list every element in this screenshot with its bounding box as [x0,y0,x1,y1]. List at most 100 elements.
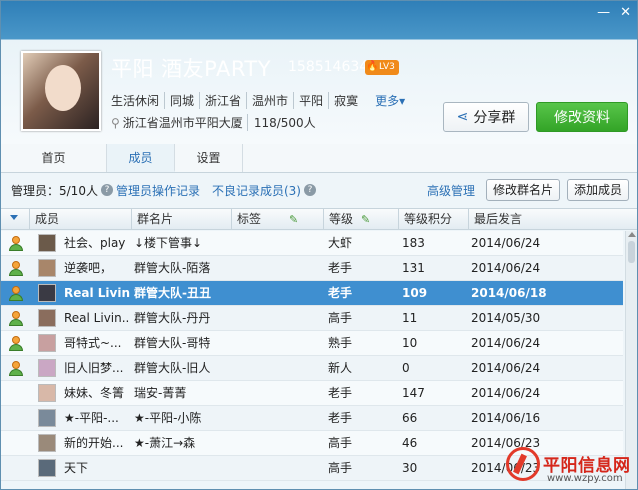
share-group-label: 分享群 [473,110,516,126]
scroll-thumb[interactable] [628,241,635,263]
help-icon[interactable]: ? [100,184,113,196]
member-avatar[interactable] [38,409,56,427]
member-name: 哥特式~... [64,336,122,350]
table-row[interactable]: 社会、play ↓楼下管事↓ 大虾 183 2014/06/24 [1,231,623,256]
member-count: 118/500人 [246,114,316,131]
member-last-post: 2014/06/24 [471,386,541,400]
table-row[interactable]: ★-平阳-... ★-平阳-小陈 老手 66 2014/06/16 [1,406,623,431]
member-card: 瑞安-菁菁 [134,386,187,400]
member-avatar[interactable] [38,334,56,352]
close-icon[interactable]: ✕ [620,5,631,20]
admin-log-link[interactable]: 管理员操作记录 [116,182,200,199]
column-level[interactable]: 等级 ✎ [323,209,398,229]
member-avatar[interactable] [38,309,56,327]
member-avatar[interactable] [38,259,56,277]
member-name: Real Livin... [64,286,130,300]
member-avatar[interactable] [38,284,56,302]
group-tag[interactable]: 生活休闲 [111,92,164,109]
tab-members[interactable]: 成员 [107,144,175,172]
bad-record-link[interactable]: 不良记录成员(3) [212,182,301,199]
column-tags[interactable]: 标签 ✎ [231,209,323,229]
location-pin-icon: ⚲ [111,115,120,130]
more-tags-button[interactable]: 更多▾ [375,92,405,109]
admin-user-icon [9,311,23,326]
member-avatar[interactable] [38,459,56,477]
tab-settings[interactable]: 设置 [175,144,243,172]
member-avatar[interactable] [38,434,56,452]
member-last-post: 2014/05/30 [471,311,541,325]
watermark: 平阳信息网 www.wzpy.com [501,445,637,489]
edit-profile-button[interactable]: 修改资料 [536,102,628,132]
column-member[interactable]: 成员 [29,209,131,229]
member-card: 群管大队-陌落 [134,261,211,275]
member-level: 新人 [328,361,353,375]
minimize-icon[interactable]: — [597,5,610,20]
column-level-label: 等级 [329,212,354,226]
member-level: 高手 [328,461,353,475]
member-last-post: 2014/06/24 [471,336,541,350]
member-level: 高手 [328,311,353,325]
edit-card-button[interactable]: 修改群名片 [485,179,560,201]
scroll-up-icon[interactable] [628,232,636,237]
member-last-post: 2014/06/24 [471,236,541,250]
group-tag[interactable]: 温州市 [246,92,293,109]
admin-user-icon [9,236,23,251]
member-last-post: 2014/06/24 [471,361,541,375]
group-tag[interactable]: 寂寞 [328,92,363,109]
group-tag[interactable]: 平阳 [293,92,328,109]
group-avatar[interactable] [21,51,101,131]
member-points: 46 [402,436,418,450]
title-bar-controls: — ✕ [597,5,631,20]
table-row[interactable]: Real Livin... 群管大队-丑丑 老手 109 2014/06/18 [1,281,623,306]
member-avatar[interactable] [38,359,56,377]
member-name: 逆袭吧， [64,261,113,275]
table-row[interactable]: Real Livin... 群管大队-丹丹 高手 11 2014/05/30 [1,306,623,331]
senior-admin-link[interactable]: 高级管理 [427,182,475,199]
group-tag[interactable]: 同城 [164,92,199,109]
group-tags: 生活休闲 同城 浙江省 温州市 平阳 寂寞 更多▾ [111,92,405,109]
share-group-button[interactable]: ⋖ 分享群 [443,102,529,132]
chevron-down-icon: ▾ [399,94,406,108]
table-row[interactable]: 妹妹、冬箐 瑞安-菁菁 老手 147 2014/06/24 [1,381,623,406]
table-row[interactable]: 哥特式~... 群管大队-哥特 熟手 10 2014/06/24 [1,331,623,356]
table-row[interactable]: 旧人旧梦... 群管大队-旧人 新人 0 2014/06/24 [1,356,623,381]
admin-user-icon [9,261,23,276]
admin-user-icon [9,286,23,301]
member-toolbar: 管理员：5/10人 ? 管理员操作记录 不良记录成员(3) ? 高级管理 修改群… [1,177,637,203]
tab-bar: 首页 成员 设置 [1,144,637,173]
group-location: ⚲ 浙江省温州市平阳大厦 118/500人 [111,114,316,131]
member-card: 群管大队-丹丹 [134,311,211,325]
member-avatar[interactable] [38,384,56,402]
group-id: 158514634 [288,59,369,75]
member-points: 147 [402,386,425,400]
location-text: 浙江省温州市平阳大厦 [122,116,243,130]
tab-home[interactable]: 首页 [1,144,107,172]
member-level: 大虾 [328,236,353,250]
member-name: 新的开始... [64,436,124,450]
member-points: 66 [402,411,418,425]
group-tag[interactable]: 浙江省 [199,92,246,109]
add-member-button[interactable]: 添加成员 [566,179,629,201]
column-points[interactable]: 等级积分 [398,209,468,229]
member-avatar[interactable] [38,234,56,252]
help-icon[interactable]: ? [303,184,316,196]
pencil-icon[interactable]: ✎ [289,210,298,230]
column-card[interactable]: 群名片 [131,209,231,229]
member-card: 群管大队-旧人 [134,361,211,375]
member-points: 109 [402,286,428,300]
group-header: — ✕ 平阳 酒友PARTY 158514634 LV3 生活休闲 同城 浙江省… [1,1,637,144]
watermark-url: www.wzpy.com [547,473,623,484]
member-card: 群管大队-丑丑 [134,286,211,300]
pencil-icon[interactable]: ✎ [361,210,370,230]
member-table-header: 成员 群名片 标签 ✎ 等级 ✎ 等级积分 最后发言 [1,208,637,230]
sort-arrow-icon[interactable] [10,215,18,220]
member-level: 老手 [328,261,353,275]
member-card: 群管大队-哥特 [134,336,211,350]
group-info-window: — ✕ 平阳 酒友PARTY 158514634 LV3 生活休闲 同城 浙江省… [0,0,638,490]
toolbar-actions: 高级管理 修改群名片 添加成员 [427,177,629,203]
member-card [134,456,230,481]
table-row[interactable]: 逆袭吧， 群管大队-陌落 老手 131 2014/06/24 [1,256,623,281]
member-level: 高手 [328,436,353,450]
member-name: 旧人旧梦... [64,361,124,375]
column-last-post[interactable]: 最后发言 [468,209,625,229]
